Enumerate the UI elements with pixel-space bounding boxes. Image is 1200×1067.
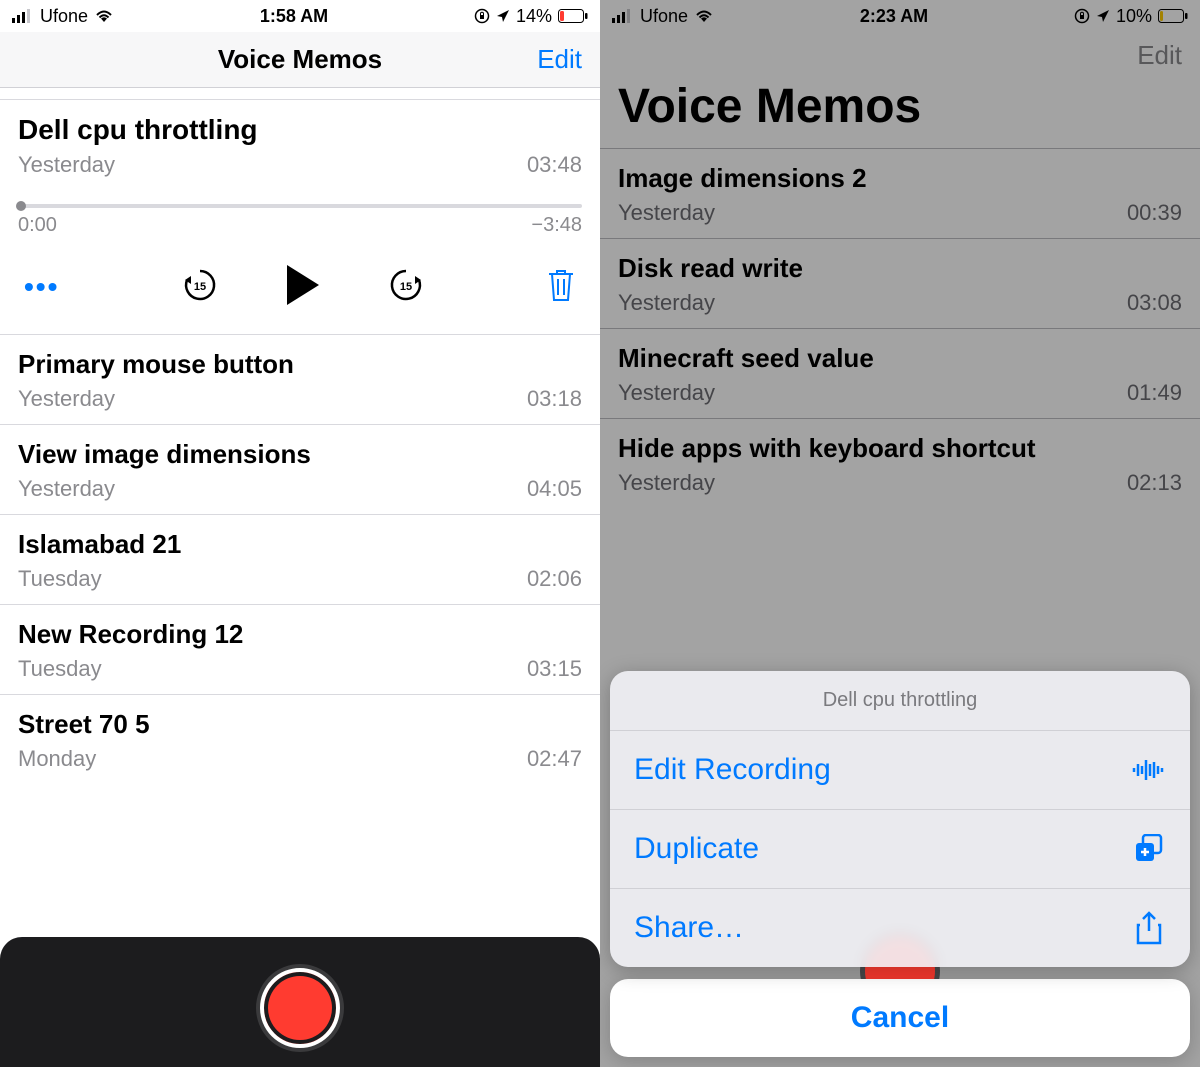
memo-date: Monday — [18, 746, 96, 772]
memo-date: Yesterday — [18, 386, 115, 412]
record-button[interactable] — [259, 967, 341, 1049]
memo-title: Street 70 5 — [18, 709, 582, 740]
memo-item[interactable]: New Recording 12 Tuesday 03:15 — [0, 605, 600, 695]
memo-item[interactable]: Primary mouse button Yesterday 03:18 — [0, 335, 600, 425]
memo-date: Yesterday — [18, 476, 115, 502]
waveform-icon — [1132, 758, 1166, 782]
action-label: Share… — [634, 911, 744, 945]
svg-text:15: 15 — [194, 281, 206, 293]
cancel-button[interactable]: Cancel — [610, 979, 1190, 1057]
memo-duration: 02:47 — [527, 746, 582, 772]
action-sheet-title: Dell cpu throttling — [610, 671, 1190, 731]
play-button[interactable] — [279, 259, 327, 314]
memo-title: New Recording 12 — [18, 619, 582, 650]
trash-icon — [546, 291, 576, 306]
duplicate-action[interactable]: Duplicate — [610, 810, 1190, 889]
svg-text:15: 15 — [400, 281, 412, 293]
memo-title: Dell cpu throttling — [18, 114, 582, 146]
skip-forward-icon: 15 — [387, 292, 425, 307]
share-icon — [1132, 911, 1166, 945]
action-label: Duplicate — [634, 832, 759, 866]
memo-date: Tuesday — [18, 656, 102, 682]
delete-button[interactable] — [542, 263, 580, 310]
memo-title: View image dimensions — [18, 439, 582, 470]
status-bar: Ufone 1:58 AM 14% — [0, 0, 600, 32]
memo-duration: 03:48 — [527, 152, 582, 178]
wifi-icon — [94, 9, 114, 23]
edit-recording-action[interactable]: Edit Recording — [610, 731, 1190, 810]
signal-icon — [12, 9, 34, 23]
status-time: 1:58 AM — [260, 6, 328, 27]
rotation-lock-icon — [474, 8, 490, 24]
memo-list: Dell cpu throttling Yesterday 03:48 0:00… — [0, 100, 600, 784]
battery-icon — [558, 9, 588, 23]
scrubber-knob[interactable] — [16, 201, 26, 211]
memo-item[interactable]: Islamabad 21 Tuesday 02:06 — [0, 515, 600, 605]
edit-button[interactable]: Edit — [537, 44, 582, 75]
skip-forward-15-button[interactable]: 15 — [383, 262, 429, 311]
memo-title: Primary mouse button — [18, 349, 582, 380]
remaining-time: −3:48 — [531, 214, 582, 237]
memo-item[interactable]: Street 70 5 Monday 02:47 — [0, 695, 600, 784]
memo-date: Tuesday — [18, 566, 102, 592]
more-options-button[interactable]: ••• — [20, 267, 63, 307]
ellipsis-icon: ••• — [24, 271, 59, 302]
skip-back-15-button[interactable]: 15 — [177, 262, 223, 311]
action-sheet: Dell cpu throttling Edit Recording Dupli… — [610, 671, 1190, 967]
memo-date: Yesterday — [18, 152, 115, 178]
memo-duration: 04:05 — [527, 476, 582, 502]
phone-screen-left: Ufone 1:58 AM 14% Voice Memos — [0, 0, 600, 1067]
play-icon — [283, 295, 323, 310]
record-toolbar — [0, 937, 600, 1067]
battery-percent: 14% — [516, 6, 552, 27]
list-item[interactable] — [0, 88, 600, 100]
memo-title: Islamabad 21 — [18, 529, 582, 560]
memo-duration: 02:06 — [527, 566, 582, 592]
elapsed-time: 0:00 — [18, 214, 57, 237]
memo-duration: 03:18 — [527, 386, 582, 412]
page-title: Voice Memos — [218, 44, 382, 75]
memo-item-expanded[interactable]: Dell cpu throttling Yesterday 03:48 0:00… — [0, 100, 600, 335]
memo-duration: 03:15 — [527, 656, 582, 682]
location-icon — [496, 9, 510, 23]
playback-scrubber[interactable] — [18, 204, 582, 208]
memo-item[interactable]: View image dimensions Yesterday 04:05 — [0, 425, 600, 515]
action-label: Edit Recording — [634, 753, 831, 787]
action-sheet-container: Dell cpu throttling Edit Recording Dupli… — [610, 671, 1190, 1057]
share-action[interactable]: Share… — [610, 889, 1190, 967]
skip-back-icon: 15 — [181, 292, 219, 307]
nav-bar: Voice Memos Edit — [0, 32, 600, 88]
phone-screen-right: Ufone 2:23 AM 10% — [600, 0, 1200, 1067]
carrier-label: Ufone — [40, 6, 88, 27]
duplicate-icon — [1132, 834, 1166, 864]
